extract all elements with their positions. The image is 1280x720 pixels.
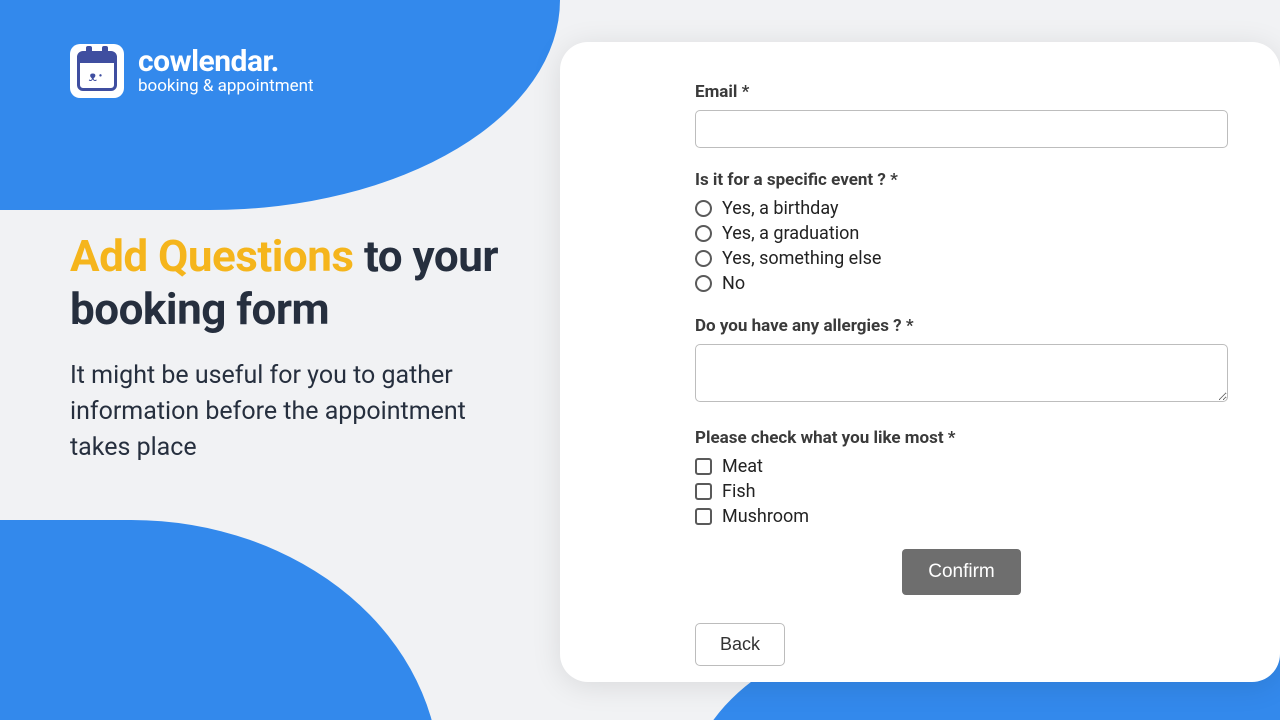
field-email: Email * [695,82,1228,148]
radio-icon [695,275,712,292]
event-option-label: Yes, a graduation [722,223,859,244]
event-option-birthday[interactable]: Yes, a birthday [695,198,1228,219]
likes-option-fish[interactable]: Fish [695,481,1228,502]
field-likes: Please check what you like most * Meat F… [695,428,1228,527]
brand-name: cowlendar. [138,46,314,78]
email-label: Email * [695,82,1228,102]
checkbox-icon [695,508,712,525]
field-event: Is it for a specific event ? * Yes, a bi… [695,170,1228,294]
likes-label: Please check what you like most * [695,428,1228,448]
likes-option-label: Mushroom [722,506,809,527]
field-allergies: Do you have any allergies ? * [695,316,1228,406]
booking-form-card: Email * Is it for a specific event ? * Y… [560,42,1280,682]
brand-tagline: booking & appointment [138,78,314,96]
bg-blob-bottom-left [0,520,440,720]
checkbox-icon [695,458,712,475]
event-option-graduation[interactable]: Yes, a graduation [695,223,1228,244]
event-label: Is it for a specific event ? * [695,170,1228,190]
confirm-button[interactable]: Confirm [902,549,1021,595]
likes-option-label: Fish [722,481,756,502]
headline: Add Questions to your booking form [70,230,510,336]
radio-icon [695,200,712,217]
email-input[interactable] [695,110,1228,148]
calendar-cow-icon: ･ᴥ･ [70,44,124,98]
subheadline: It might be useful for you to gather inf… [70,358,510,467]
event-option-no[interactable]: No [695,273,1228,294]
event-option-label: No [722,273,745,294]
event-option-something-else[interactable]: Yes, something else [695,248,1228,269]
checkbox-icon [695,483,712,500]
event-option-label: Yes, a birthday [722,198,839,219]
likes-option-mushroom[interactable]: Mushroom [695,506,1228,527]
marketing-copy: Add Questions to your booking form It mi… [70,230,510,466]
headline-accent: Add Questions [70,230,354,282]
allergies-input[interactable] [695,344,1228,402]
radio-icon [695,225,712,242]
likes-option-meat[interactable]: Meat [695,456,1228,477]
likes-option-label: Meat [722,456,763,477]
radio-icon [695,250,712,267]
bg-blob-top [0,0,560,210]
back-button[interactable]: Back [695,623,785,666]
event-option-label: Yes, something else [722,248,881,269]
brand-logo: ･ᴥ･ cowlendar. booking & appointment [70,44,314,98]
allergies-label: Do you have any allergies ? * [695,316,1228,336]
